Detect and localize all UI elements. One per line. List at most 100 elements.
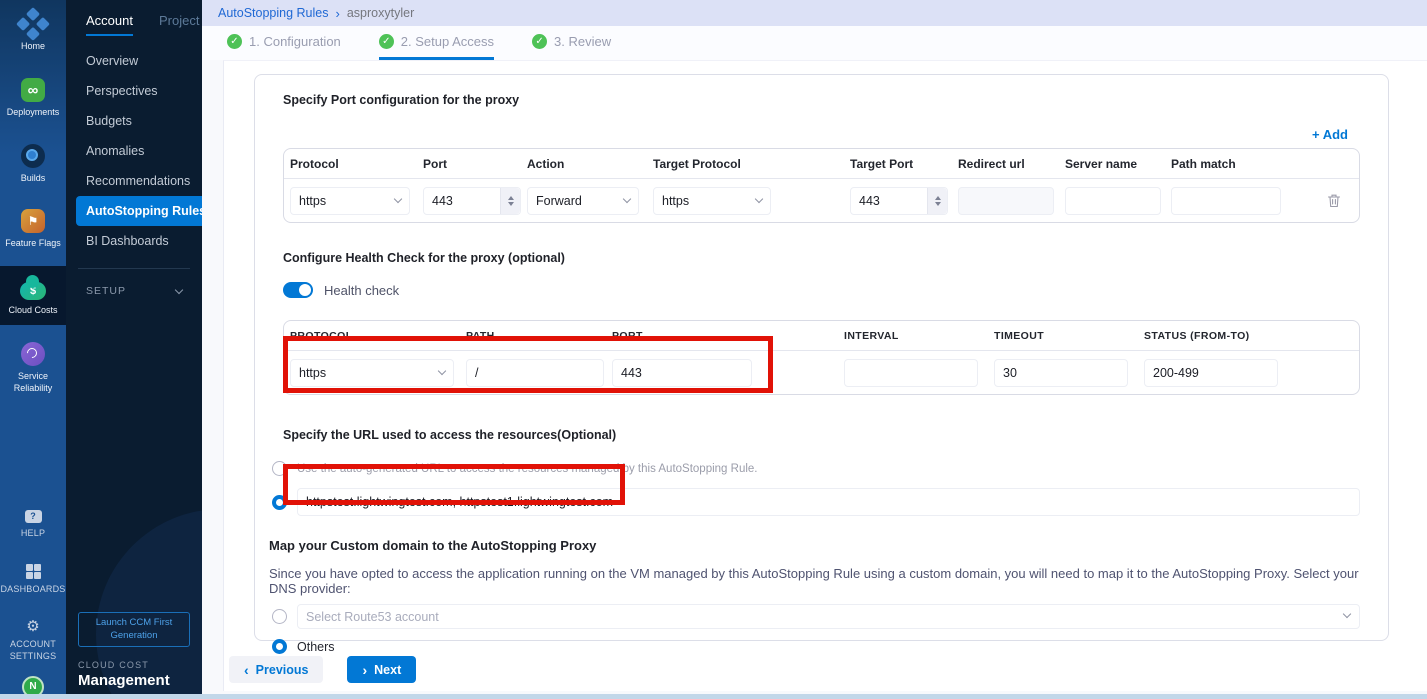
sidebar-item-overview[interactable]: Overview xyxy=(66,46,202,76)
breadcrumb-separator-icon: › xyxy=(336,6,340,21)
breadcrumb: AutoStopping Rules › asproxytyler xyxy=(202,0,1427,26)
hc-interval-input[interactable] xyxy=(844,359,978,387)
sidebar-item-autostopping-rules[interactable]: AutoStopping Rules xyxy=(76,196,202,226)
url-section-heading: Specify the URL used to access the resou… xyxy=(283,428,1360,442)
auto-url-option-label: Use the auto-generated URL to access the… xyxy=(297,463,758,475)
horizontal-scrollbar[interactable] xyxy=(0,694,1427,699)
gear-icon: ⚙ xyxy=(26,619,39,634)
server-name-input[interactable] xyxy=(1065,187,1161,215)
next-button[interactable]: › Next xyxy=(347,656,416,683)
module-rail: Home ∞ Deployments Builds ⚑ Feature Flag… xyxy=(0,0,66,699)
sidebar-item-perspectives[interactable]: Perspectives xyxy=(66,76,202,106)
chevron-down-icon xyxy=(175,285,183,293)
health-check-row: https xyxy=(284,351,1359,394)
hc-port-input[interactable] xyxy=(612,359,752,387)
product-brand: CLOUD COST Management xyxy=(78,660,170,689)
custom-url-input[interactable] xyxy=(297,488,1360,516)
hc-status-input[interactable] xyxy=(1144,359,1278,387)
harness-logo-icon xyxy=(16,7,50,41)
breadcrumb-parent-link[interactable]: AutoStopping Rules xyxy=(218,6,329,20)
hc-timeout-input[interactable] xyxy=(994,359,1128,387)
rail-label: DASHBOARDS xyxy=(0,584,65,595)
health-check-toggle[interactable] xyxy=(283,282,313,298)
sidebar-item-recommendations[interactable]: Recommendations xyxy=(66,166,202,196)
step-review[interactable]: ✓ 3. Review xyxy=(532,26,611,60)
dns-section-description: Since you have opted to access the appli… xyxy=(269,566,1360,596)
step-setup-access[interactable]: ✓ 2. Setup Access xyxy=(379,26,494,60)
sidebar-item-budgets[interactable]: Budgets xyxy=(66,106,202,136)
chevron-down-icon xyxy=(438,367,446,375)
target-protocol-select[interactable]: https xyxy=(653,187,771,215)
rail-item-home[interactable]: Home xyxy=(0,12,66,52)
sidebar-menu: Overview Perspectives Budgets Anomalies … xyxy=(66,46,202,256)
rail-label: Feature Flags xyxy=(5,238,61,249)
stepper-buttons[interactable] xyxy=(927,188,947,214)
wizard-footer: ‹ Previous › Next xyxy=(229,656,1427,683)
protocol-select[interactable]: https xyxy=(290,187,410,215)
plus-icon: + xyxy=(1312,127,1320,142)
health-check-table: PROTOCOL PATH PORT INTERVAL TIMEOUT STAT… xyxy=(283,320,1360,395)
step-check-icon: ✓ xyxy=(532,34,547,49)
hc-protocol-select[interactable]: https xyxy=(290,359,454,387)
tab-project[interactable]: Project xyxy=(159,13,199,36)
route53-select[interactable] xyxy=(297,604,1360,629)
chevron-down-icon xyxy=(755,195,763,203)
rail-label: HELP xyxy=(21,528,45,539)
chevron-down-icon xyxy=(394,195,402,203)
step-check-icon: ✓ xyxy=(227,34,242,49)
sidebar-item-anomalies[interactable]: Anomalies xyxy=(66,136,202,166)
previous-button[interactable]: ‹ Previous xyxy=(229,656,323,683)
route53-select-input[interactable] xyxy=(297,604,1360,629)
launch-ccm-first-gen-button[interactable]: Launch CCM First Generation xyxy=(78,612,190,647)
brand-name: Management xyxy=(78,672,170,689)
health-check-heading: Configure Health Check for the proxy (op… xyxy=(283,251,1360,265)
sidebar-setup-group[interactable]: SETUP xyxy=(66,269,202,297)
rail-label: Cloud Costs xyxy=(8,305,57,316)
rail-item-dashboards[interactable]: DASHBOARDS xyxy=(0,564,66,595)
target-port-stepper[interactable]: 443 xyxy=(850,187,948,215)
auto-url-radio[interactable] xyxy=(272,461,287,476)
setup-access-card: Specify Port configuration for the proxy… xyxy=(254,74,1389,641)
rail-item-service-reliability[interactable]: Service Reliability xyxy=(0,342,66,394)
health-check-toggle-label: Health check xyxy=(324,283,399,298)
sidebar-item-bi-dashboards[interactable]: BI Dashboards xyxy=(66,226,202,256)
step-check-icon: ✓ xyxy=(379,34,394,49)
rail-label: Builds xyxy=(21,173,46,184)
help-icon: ? xyxy=(25,510,42,523)
rail-item-builds[interactable]: Builds xyxy=(0,144,66,184)
scope-tabs: Account Project xyxy=(66,0,202,36)
others-label: Others xyxy=(297,640,335,654)
cloud-costs-icon: $ xyxy=(20,282,46,300)
port-config-heading: Specify Port configuration for the proxy xyxy=(283,93,1360,107)
tab-account[interactable]: Account xyxy=(86,13,133,36)
path-match-input[interactable] xyxy=(1171,187,1281,215)
rail-item-account-settings[interactable]: ⚙ ACCOUNT SETTINGS xyxy=(0,619,66,662)
trash-icon[interactable] xyxy=(1325,192,1343,210)
rail-item-cloud-costs[interactable]: $ Cloud Costs xyxy=(0,266,66,325)
service-reliability-icon xyxy=(21,342,45,366)
others-radio[interactable] xyxy=(272,639,287,654)
rail-item-help[interactable]: ? HELP xyxy=(0,510,66,539)
route53-radio[interactable] xyxy=(272,609,287,624)
feature-flags-icon: ⚑ xyxy=(21,209,45,233)
hc-path-input[interactable] xyxy=(466,359,604,387)
wizard-steps: ✓ 1. Configuration ✓ 2. Setup Access ✓ 3… xyxy=(202,26,1427,60)
rail-item-deployments[interactable]: ∞ Deployments xyxy=(0,78,66,118)
rail-label: ACCOUNT SETTINGS xyxy=(5,639,61,662)
deployments-icon: ∞ xyxy=(21,78,45,102)
port-config-header-row: Protocol Port Action Target Protocol Tar… xyxy=(284,149,1359,179)
step-configuration[interactable]: ✓ 1. Configuration xyxy=(227,26,341,60)
chevron-right-icon: › xyxy=(362,662,367,678)
wizard-body: Specify Port configuration for the proxy… xyxy=(223,60,1427,691)
action-select[interactable]: Forward xyxy=(527,187,639,215)
custom-url-radio[interactable] xyxy=(272,495,287,510)
stepper-buttons[interactable] xyxy=(500,188,520,214)
port-stepper[interactable]: 443 xyxy=(423,187,521,215)
redirect-url-input[interactable] xyxy=(958,187,1054,215)
dashboards-icon xyxy=(26,564,41,579)
chevron-down-icon xyxy=(623,195,631,203)
main-area: AutoStopping Rules › asproxytyler ✓ 1. C… xyxy=(202,0,1427,699)
rail-label: Service Reliability xyxy=(5,371,61,394)
add-port-row-button[interactable]: + Add xyxy=(1312,127,1348,142)
rail-item-feature-flags[interactable]: ⚑ Feature Flags xyxy=(0,209,66,249)
